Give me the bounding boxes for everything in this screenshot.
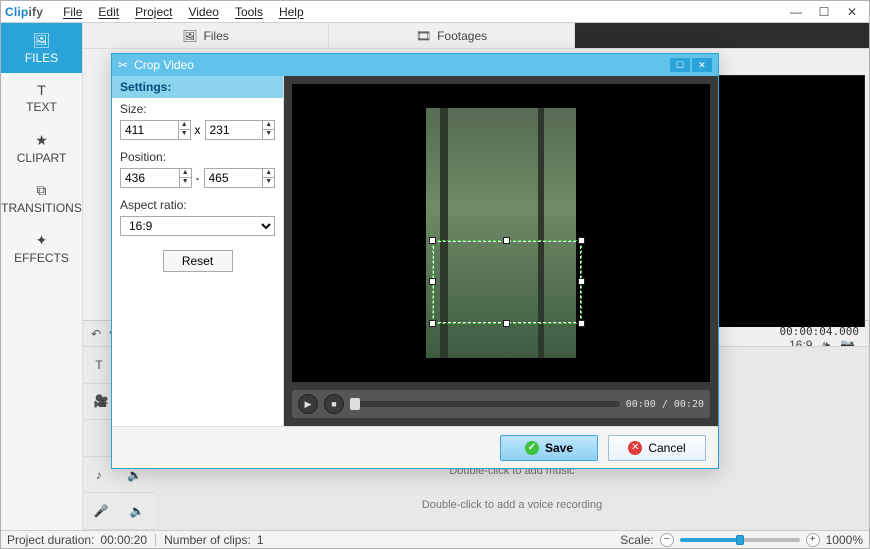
tool-text[interactable]: TTEXT	[1, 73, 82, 123]
crop-settings-panel: Settings: Size: ▲▼ x ▲▼ Position: ▲▼ - ▲…	[112, 76, 284, 426]
preview-header	[575, 23, 869, 48]
app-logo: Clipify	[5, 4, 43, 19]
crop-icon: ✂	[118, 58, 128, 72]
menu-video[interactable]: Video	[180, 3, 226, 21]
crop-width-input[interactable]: ▲▼	[120, 120, 191, 140]
dialog-maximize-button[interactable]: ☐	[670, 58, 690, 72]
crop-handle[interactable]	[578, 278, 585, 285]
zoom-slider[interactable]	[680, 538, 800, 542]
images-icon: 🖼	[182, 29, 197, 43]
crop-rectangle[interactable]	[432, 240, 582, 324]
crop-y-input[interactable]: ▲▼	[204, 168, 276, 188]
crop-seek-slider[interactable]	[350, 401, 620, 407]
spin-down-icon[interactable]: ▼	[263, 130, 274, 139]
dialog-title: Crop Video	[134, 58, 194, 72]
film-icon: 🎞	[416, 29, 431, 43]
play-button[interactable]: ▶	[298, 394, 318, 414]
crop-playbar: ▶ ■ 00:00 / 00:20	[292, 390, 710, 418]
menu-project[interactable]: Project	[127, 3, 180, 21]
menu-file[interactable]: File	[55, 3, 90, 21]
file-tabs: 🖼Files 🎞Footages	[83, 23, 869, 49]
status-clips: 1	[257, 533, 264, 547]
tab-files[interactable]: 🖼Files	[83, 23, 329, 48]
tool-files[interactable]: 🖼FILES	[1, 23, 82, 73]
status-duration: 00:00:20	[100, 533, 147, 547]
voice-track-hint[interactable]: Double-click to add a voice recording	[422, 499, 602, 511]
cancel-icon: ✕	[628, 441, 642, 455]
position-label: Position:	[112, 146, 283, 166]
menu-help[interactable]: Help	[271, 3, 312, 21]
crop-handle[interactable]	[503, 237, 510, 244]
spin-up-icon[interactable]: ▲	[263, 169, 274, 178]
status-clips-label: Number of clips:	[164, 533, 251, 547]
aspect-ratio-select[interactable]: 16:9	[120, 216, 275, 236]
text-icon: T	[37, 82, 46, 98]
window-close-button[interactable]: ✕	[839, 4, 865, 20]
menu-tools[interactable]: Tools	[227, 3, 271, 21]
track-video-icon[interactable]: 🎥	[94, 394, 109, 408]
crop-time: 00:00 / 00:20	[626, 399, 704, 410]
title-bar: Clipify File Edit Project Video Tools He…	[1, 1, 869, 23]
dialog-close-button[interactable]: ✕	[692, 58, 712, 72]
spin-down-icon[interactable]: ▼	[179, 130, 190, 139]
spin-up-icon[interactable]: ▲	[179, 121, 190, 130]
crop-preview: ▶ ■ 00:00 / 00:20	[284, 76, 718, 426]
window-maximize-button[interactable]: ☐	[811, 4, 837, 20]
cancel-button[interactable]: ✕Cancel	[608, 435, 706, 461]
crop-video-dialog: ✂ Crop Video ☐ ✕ Settings: Size: ▲▼ x ▲▼…	[111, 53, 719, 469]
window-minimize-button[interactable]: —	[783, 4, 809, 20]
save-button[interactable]: ✓Save	[500, 435, 598, 461]
tool-clipart[interactable]: ★CLIPART	[1, 123, 82, 173]
track-music-icon[interactable]: ♪	[96, 468, 102, 482]
crop-handle[interactable]	[429, 320, 436, 327]
spin-up-icon[interactable]: ▲	[180, 169, 191, 178]
status-bar: Project duration: 00:00:20 Number of cli…	[1, 530, 869, 548]
size-label: Size:	[112, 98, 283, 118]
zoom-in-button[interactable]: +	[806, 533, 820, 547]
dialog-title-bar[interactable]: ✂ Crop Video ☐ ✕	[112, 54, 718, 76]
menu-edit[interactable]: Edit	[90, 3, 127, 21]
crop-handle[interactable]	[429, 278, 436, 285]
spin-down-icon[interactable]: ▼	[263, 178, 274, 187]
main-menu: File Edit Project Video Tools Help	[55, 3, 312, 21]
status-scale-label: Scale:	[620, 533, 653, 547]
spin-up-icon[interactable]: ▲	[263, 121, 274, 130]
tool-effects[interactable]: ✦EFFECTS	[1, 223, 82, 273]
crop-handle[interactable]	[429, 237, 436, 244]
crop-canvas[interactable]	[292, 84, 710, 382]
settings-header: Settings:	[112, 76, 283, 98]
aspect-ratio-label: Aspect ratio:	[112, 194, 283, 214]
crop-handle[interactable]	[503, 320, 510, 327]
stop-button[interactable]: ■	[324, 394, 344, 414]
crop-handle[interactable]	[578, 320, 585, 327]
crop-handle[interactable]	[578, 237, 585, 244]
track-voice-icon[interactable]: 🎤	[94, 504, 109, 518]
files-icon: 🖼	[33, 32, 51, 49]
crop-x-input[interactable]: ▲▼	[120, 168, 192, 188]
track-text-icon[interactable]: T	[95, 358, 102, 372]
wand-icon: ✦	[36, 232, 48, 249]
timeline-timecode: 00:00:04.000	[780, 325, 859, 338]
mute-icon-3[interactable]: 🔈	[130, 504, 145, 518]
tab-footages[interactable]: 🎞Footages	[329, 23, 575, 48]
zoom-out-button[interactable]: −	[660, 533, 674, 547]
check-icon: ✓	[525, 441, 539, 455]
undo-icon[interactable]: ↶	[91, 327, 101, 341]
tool-transitions[interactable]: ⧉TRANSITIONS	[1, 173, 82, 223]
reset-button[interactable]: Reset	[163, 250, 233, 272]
spin-down-icon[interactable]: ▼	[180, 178, 191, 187]
transitions-icon: ⧉	[37, 182, 47, 199]
mute-icon-2[interactable]: 🔈	[127, 468, 142, 482]
star-icon: ★	[35, 132, 48, 149]
status-duration-label: Project duration:	[7, 533, 94, 547]
left-toolbar: 🖼FILES TTEXT ★CLIPART ⧉TRANSITIONS ✦EFFE…	[1, 23, 83, 530]
crop-height-input[interactable]: ▲▼	[205, 120, 276, 140]
status-scale-value: 1000%	[826, 533, 863, 547]
